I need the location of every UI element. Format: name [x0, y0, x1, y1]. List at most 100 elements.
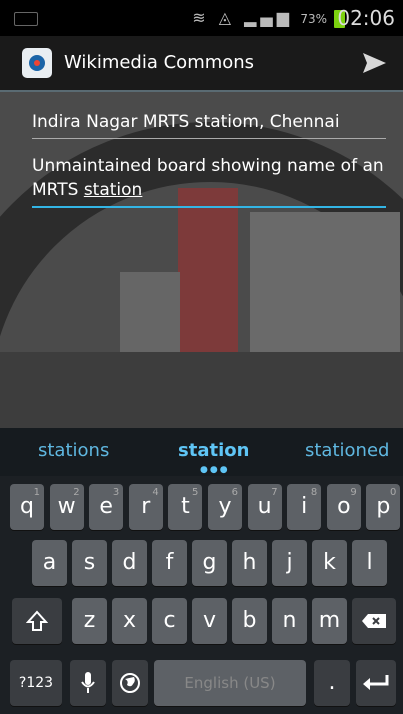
key-label: n [282, 608, 297, 633]
key-a[interactable]: a [32, 540, 67, 586]
key-y[interactable]: y6 [208, 484, 242, 530]
action-bar: Wikimedia Commons [0, 36, 403, 92]
key-t[interactable]: t5 [168, 484, 203, 530]
key-label: k [323, 550, 336, 575]
key-label: x [122, 608, 137, 633]
key-u[interactable]: u7 [247, 484, 282, 530]
space-key[interactable]: English (US) [154, 660, 306, 706]
key-label: z [83, 608, 96, 633]
key-hint: 8 [310, 487, 318, 498]
battery-percent: 73% [300, 12, 327, 26]
backspace-icon [362, 614, 386, 628]
key-d[interactable]: d [112, 540, 147, 586]
key-label: m [318, 608, 341, 633]
app-icon-dot [34, 60, 40, 66]
key-o[interactable]: o9 [326, 484, 361, 530]
key-b[interactable]: b [232, 598, 267, 644]
background-photo [0, 92, 403, 428]
title-text: Indira Nagar MRTS statiom, Chennai [32, 112, 340, 132]
key-hint: 6 [231, 487, 238, 498]
key-n[interactable]: n [272, 598, 307, 644]
description-composing-word: station [83, 180, 143, 200]
enter-icon [363, 675, 389, 690]
key-label: English (US) [184, 674, 276, 692]
key-label: b [242, 608, 257, 633]
key-s[interactable]: s [72, 540, 107, 586]
key-label: e [99, 494, 113, 519]
suggestion-bar: stations station ●●● stationed [0, 428, 403, 476]
key-label: o [337, 494, 351, 519]
key-label: q [20, 494, 34, 519]
suggestion-item[interactable]: stationed [305, 440, 389, 461]
key-g[interactable]: g [192, 540, 227, 586]
suggestion-item-selected[interactable]: station [178, 440, 249, 461]
key-c[interactable]: c [152, 598, 187, 644]
key-label: . [328, 670, 336, 695]
key-label: j [286, 550, 293, 575]
key-r[interactable]: r4 [128, 484, 163, 530]
key-h[interactable]: h [232, 540, 267, 586]
key-m[interactable]: m [312, 598, 347, 644]
symbols-key[interactable]: ?123 [10, 660, 62, 706]
key-label: s [83, 550, 96, 575]
backspace-key[interactable] [352, 598, 396, 644]
notification-icon [14, 12, 38, 26]
key-k[interactable]: k [312, 540, 347, 586]
microphone-key[interactable] [70, 660, 106, 706]
key-label: p [376, 494, 391, 519]
wikimedia-commons-icon[interactable] [22, 48, 52, 78]
key-hint: 0 [390, 487, 397, 498]
microphone-icon [81, 672, 95, 693]
upload-form: Indira Nagar MRTS statiom, Chennai Unmai… [0, 92, 403, 428]
key-label: ?123 [18, 675, 54, 691]
soft-keyboard: q 1 w 2 e 3 r 4 t 5 y 6 u 7 i 8 o 9 p 0 a s d f g h j k l z x c v b n m ?123… [0, 476, 403, 714]
key-label: d [122, 550, 137, 575]
key-w[interactable]: w2 [49, 484, 84, 530]
key-hint: 9 [350, 487, 357, 498]
key-x[interactable]: x [112, 598, 147, 644]
globe-icon [120, 673, 140, 693]
key-hint: 3 [112, 487, 120, 498]
key-e[interactable]: e3 [89, 484, 124, 530]
key-label: a [42, 550, 57, 575]
key-label: v [202, 608, 217, 633]
key-f[interactable]: f [152, 540, 187, 586]
key-label: g [202, 550, 217, 575]
status-bar: ≋ ◬ ▂▄▆ 73% 02:06 [0, 0, 403, 36]
clock: 02:06 [337, 6, 395, 30]
suggestion-item[interactable]: stations [38, 440, 109, 461]
send-icon[interactable] [359, 48, 389, 78]
title-input[interactable]: Indira Nagar MRTS statiom, Chennai [32, 110, 386, 139]
description-input[interactable]: Unmaintained board showing name of an MR… [32, 154, 386, 208]
key-label: u [257, 494, 272, 519]
key-label: y [218, 494, 232, 519]
key-label: l [366, 550, 373, 575]
app-title: Wikimedia Commons [64, 52, 255, 73]
key-i[interactable]: i8 [287, 484, 322, 530]
key-hint: 4 [152, 487, 159, 498]
key-label: f [165, 550, 174, 575]
key-hint: 2 [73, 487, 80, 498]
signal-icons: ≋ ◬ ▂▄▆ [192, 8, 293, 27]
key-hint: 1 [33, 487, 40, 498]
more-suggestions-icon: ●●● [200, 465, 230, 475]
period-key[interactable]: . [314, 660, 350, 706]
enter-key[interactable] [356, 660, 396, 706]
shift-key[interactable] [12, 598, 62, 644]
key-label: h [242, 550, 257, 575]
shift-icon [26, 610, 48, 631]
key-hint: 5 [192, 487, 199, 498]
key-hint: 7 [271, 487, 278, 498]
globe-key[interactable] [112, 660, 148, 706]
key-q[interactable]: q1 [10, 484, 44, 530]
key-l[interactable]: l [352, 540, 387, 586]
key-label: t [181, 494, 190, 519]
key-p[interactable]: p0 [366, 484, 401, 530]
key-z[interactable]: z [72, 598, 107, 644]
key-label: c [163, 608, 176, 633]
key-label: r [141, 494, 151, 519]
phone-screen: ≋ ◬ ▂▄▆ 73% 02:06 Wikimedia Commons Indi… [0, 0, 403, 714]
key-v[interactable]: v [192, 598, 227, 644]
key-label: i [301, 494, 308, 519]
key-j[interactable]: j [272, 540, 307, 586]
